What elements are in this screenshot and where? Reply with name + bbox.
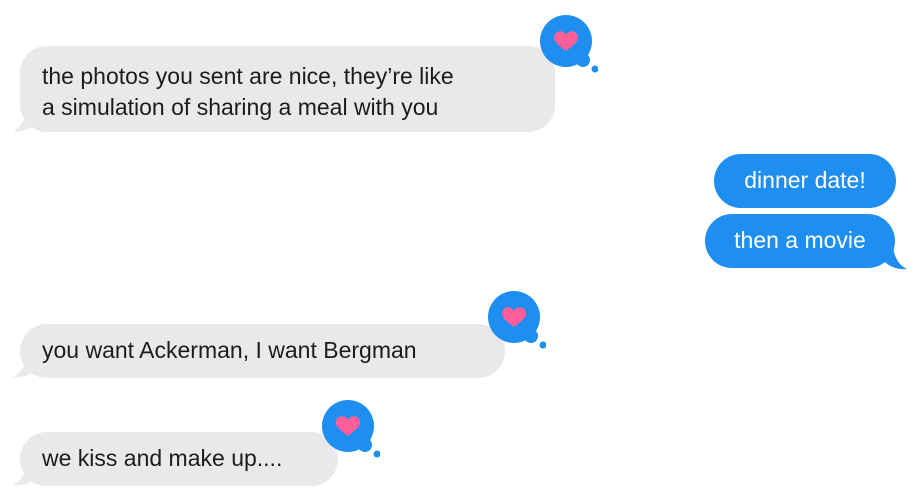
message-bubble-incoming[interactable]: the photos you sent are nice, they’re li… bbox=[20, 46, 555, 132]
message-bubble-incoming[interactable]: you want Ackerman, I want Bergman bbox=[20, 324, 505, 378]
tapback-heart-reaction[interactable] bbox=[320, 399, 380, 461]
message-bubble-outgoing[interactable]: then a movie bbox=[705, 214, 895, 268]
message-text: dinner date! bbox=[744, 167, 866, 193]
message-bubble-outgoing[interactable]: dinner date! bbox=[714, 154, 896, 208]
outgoing-bubble-tail bbox=[885, 246, 909, 270]
message-bubble-incoming[interactable]: we kiss and make up.... bbox=[20, 432, 338, 486]
message-text-line: the photos you sent are nice, they’re li… bbox=[42, 63, 454, 89]
message-text: then a movie bbox=[734, 227, 866, 253]
message-text: we kiss and make up.... bbox=[42, 445, 283, 471]
message-thread: the photos you sent are nice, they’re li… bbox=[0, 0, 918, 492]
message-text-line: a simulation of sharing a meal with you bbox=[42, 94, 439, 120]
message-text: you want Ackerman, I want Bergman bbox=[42, 337, 417, 363]
tapback-heart-reaction[interactable] bbox=[538, 14, 598, 76]
tapback-heart-reaction[interactable] bbox=[486, 290, 546, 352]
